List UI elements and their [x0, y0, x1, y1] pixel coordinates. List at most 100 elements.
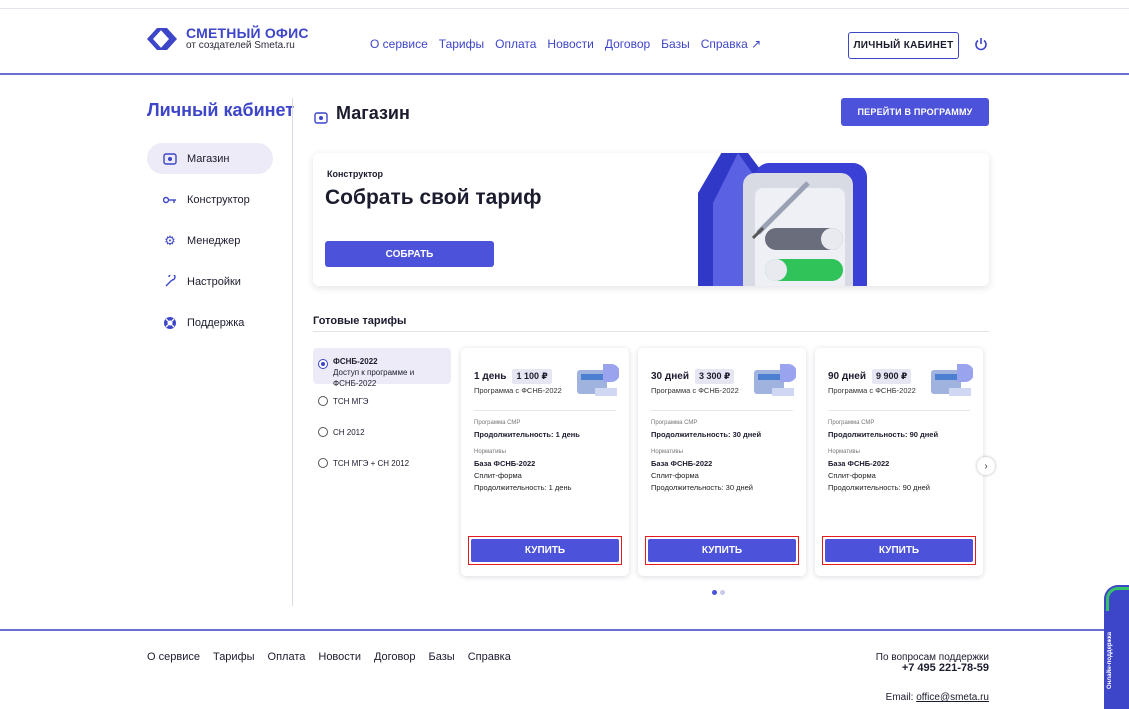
card-period: 1 день	[474, 371, 507, 382]
sidebar-title: Личный кабинет	[147, 100, 295, 120]
duration: Продолжительность: 1 день	[474, 430, 580, 439]
nav-payment[interactable]: Оплата	[495, 37, 536, 51]
card-period: 90 дней	[828, 371, 866, 382]
online-support-label: Онлайн-поддержка	[1107, 631, 1113, 689]
duration: Продолжительность: 30 дней	[651, 430, 762, 439]
sidebar-item-settings[interactable]: Настройки	[147, 266, 273, 297]
radio[interactable]	[318, 458, 328, 468]
buy-button-highlight: КУПИТЬ	[822, 536, 976, 565]
banner-title: Собрать свой тариф	[325, 186, 542, 209]
sidebar-item-label: Конструктор	[187, 193, 250, 206]
logo-icon	[147, 28, 177, 50]
base: База ФСНБ-2022	[651, 459, 713, 468]
product-box-icon	[575, 360, 620, 398]
personal-account-button[interactable]: ЛИЧНЫЙ КАБИНЕТ	[848, 32, 959, 59]
footer-nav-tariffs[interactable]: Тарифы	[213, 651, 255, 663]
sidebar-item-support[interactable]: Поддержка	[147, 307, 273, 338]
option-tsn-mge-sn-2012[interactable]: ТСН МГЭ + СН 2012	[313, 458, 451, 494]
section-title: Готовые тарифы	[313, 315, 407, 327]
footer-nav-help[interactable]: Справка	[468, 651, 511, 663]
nav-tariffs[interactable]: Тарифы	[439, 37, 484, 51]
sidebar-item-label: Поддержка	[187, 316, 245, 329]
base: База ФСНБ-2022	[474, 459, 536, 468]
form: Сплит-форма	[828, 471, 876, 480]
option-label: ТСН МГЭ + СН 2012	[333, 459, 410, 468]
duration: Продолжительность: 90 дней	[828, 430, 939, 439]
top-nav: О сервисе Тарифы Оплата Новости Договор …	[370, 37, 761, 51]
buy-button-highlight: КУПИТЬ	[468, 536, 622, 565]
tariff-card: 1 день 1 100 ₽ Программа с ФСНБ-2022 Прог…	[461, 348, 629, 576]
tariff-base-options: ФСНБ-2022 Доступ к программе и ФСНБ-2022…	[313, 348, 451, 494]
footer-nav-news[interactable]: Новости	[318, 651, 361, 663]
card-period: 30 дней	[651, 371, 689, 382]
shop-icon	[163, 152, 177, 166]
go-to-program-button[interactable]: ПЕРЕЙТИ В ПРОГРАММУ	[841, 98, 989, 126]
program-label: Программа СМР	[474, 420, 521, 426]
radio[interactable]	[318, 427, 328, 437]
option-fsnb-2022[interactable]: ФСНБ-2022 Доступ к программе и ФСНБ-2022	[313, 348, 451, 388]
buy-button[interactable]: КУПИТЬ	[471, 539, 619, 562]
sidebar-item-shop[interactable]: Магазин	[147, 143, 273, 174]
program-label: Программа СМР	[651, 420, 698, 426]
card-divider	[474, 410, 616, 411]
card-divider	[828, 410, 970, 411]
key-icon	[163, 193, 177, 207]
nav-bases[interactable]: Базы	[661, 37, 690, 51]
buy-button[interactable]: КУПИТЬ	[825, 539, 973, 562]
wrench-icon	[163, 275, 177, 289]
tariff-card: 90 дней 9 900 ₽ Программа с ФСНБ-2022 Про…	[815, 348, 983, 576]
carousel-dot-active[interactable]	[712, 590, 717, 595]
email-link[interactable]: office@smeta.ru	[916, 692, 989, 703]
product-box-icon	[929, 360, 974, 398]
norms-label: Нормативы	[474, 449, 506, 455]
duration-secondary: Продолжительность: 90 дней	[828, 483, 930, 492]
nav-about[interactable]: О сервисе	[370, 37, 428, 51]
collect-button[interactable]: СОБРАТЬ	[325, 241, 494, 267]
support-phone[interactable]: +7 495 221-78-59	[902, 662, 989, 674]
chevron-right-icon[interactable]: ›	[977, 457, 995, 475]
gear-icon: ⚙	[164, 232, 176, 248]
footer-nav-bases[interactable]: Базы	[429, 651, 455, 663]
nav-contract[interactable]: Договор	[605, 37, 650, 51]
buy-button[interactable]: КУПИТЬ	[648, 539, 796, 562]
base: База ФСНБ-2022	[828, 459, 890, 468]
section-divider	[313, 331, 989, 332]
sidebar-item-constructor[interactable]: Конструктор	[147, 184, 273, 215]
form: Сплит-форма	[474, 471, 522, 480]
option-label: ТСН МГЭ	[333, 397, 369, 406]
constructor-banner: Конструктор Собрать свой тариф СОБРАТЬ	[313, 153, 989, 286]
carousel-dots	[712, 590, 725, 595]
footer-nav-about[interactable]: О сервисе	[147, 651, 200, 663]
nav-help[interactable]: Справка ↗	[701, 37, 761, 51]
support-email: Email: office@smeta.ru	[886, 692, 989, 703]
banner-label: Конструктор	[327, 169, 384, 179]
norms-label: Нормативы	[828, 449, 860, 455]
sidebar-item-manager[interactable]: ⚙ Менеджер	[147, 225, 273, 256]
program-label: Программа СМР	[828, 420, 875, 426]
norms-label: Нормативы	[651, 449, 683, 455]
footer-nav-contract[interactable]: Договор	[374, 651, 416, 663]
carousel-dot[interactable]	[720, 590, 725, 595]
card-divider	[651, 410, 793, 411]
card-price: 9 900 ₽	[872, 369, 912, 384]
radio[interactable]	[318, 396, 328, 406]
option-sub: Доступ к программе и ФСНБ-2022	[333, 368, 415, 388]
radio-selected[interactable]	[318, 359, 328, 369]
page-title-text: Магазин	[336, 103, 410, 123]
option-label: ФСНБ-2022	[333, 357, 378, 366]
sidebar-item-label: Менеджер	[187, 234, 241, 247]
footer-nav-payment[interactable]: Оплата	[268, 651, 306, 663]
email-label: Email:	[885, 692, 917, 703]
buy-button-highlight: КУПИТЬ	[645, 536, 799, 565]
sidebar-item-label: Настройки	[187, 275, 241, 288]
header: СМЕТНЫЙ ОФИС от создателей Smeta.ru О се…	[0, 0, 1129, 75]
logo-title: СМЕТНЫЙ ОФИС	[186, 25, 309, 41]
lifebuoy-icon	[163, 316, 177, 330]
power-icon[interactable]	[973, 36, 989, 52]
card-subtitle: Программа с ФСНБ-2022	[651, 386, 739, 395]
logo[interactable]: СМЕТНЫЙ ОФИС от создателей Smeta.ru	[147, 26, 309, 52]
product-box-icon	[752, 360, 797, 398]
nav-news[interactable]: Новости	[547, 37, 593, 51]
footer-divider	[0, 629, 1129, 631]
online-support-tab[interactable]: Онлайн-поддержка	[1104, 585, 1129, 709]
